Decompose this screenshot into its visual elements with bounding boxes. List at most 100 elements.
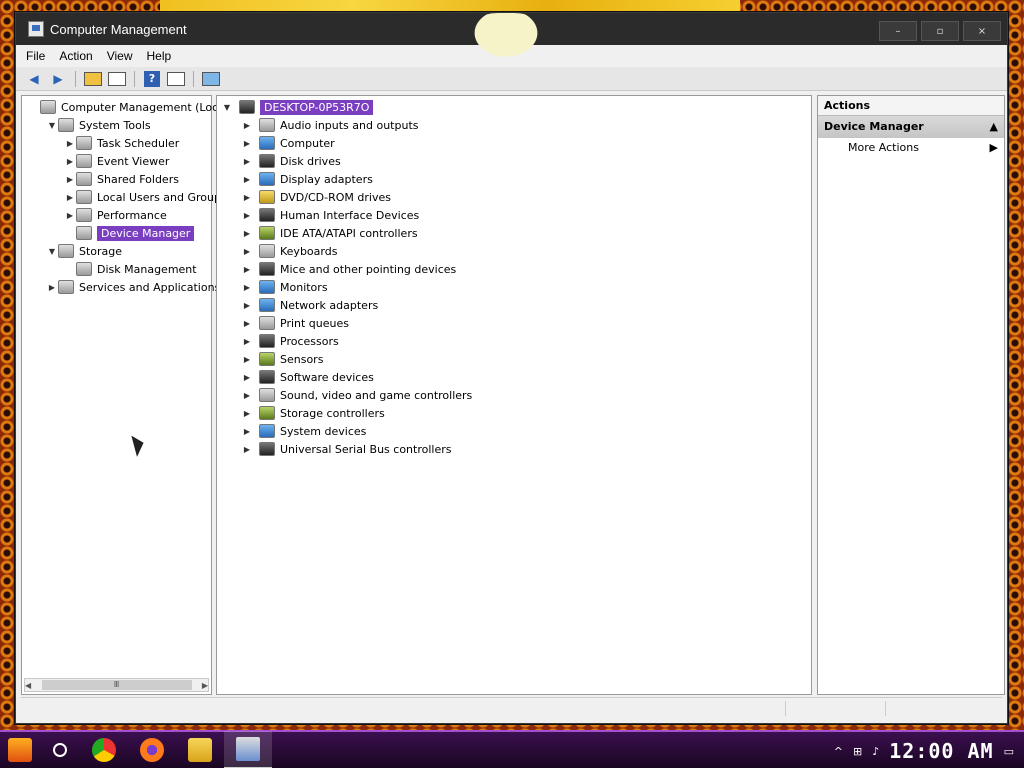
device-category-row[interactable]: ▶ IDE ATA/ATAPI controllers [241, 224, 418, 242]
expand-arrow-icon[interactable]: ▼ [46, 247, 58, 256]
tree-item[interactable]: ▶ Services and Applications [46, 278, 220, 296]
menu-file[interactable]: File [26, 49, 45, 63]
expand-arrow-icon[interactable]: ▶ [241, 139, 253, 148]
collapse-arrow-icon[interactable]: ▲ [990, 116, 998, 138]
device-category-label[interactable]: Network adapters [280, 299, 378, 312]
expand-arrow-icon[interactable]: ▶ [241, 193, 253, 202]
device-category-label[interactable]: Sensors [280, 353, 323, 366]
tree-item-label[interactable]: Computer Management (Local) [61, 101, 232, 114]
expand-arrow-icon[interactable]: ▼ [221, 103, 233, 112]
device-category-label[interactable]: Audio inputs and outputs [280, 119, 419, 132]
device-category-row[interactable]: ▶ Human Interface Devices [241, 206, 419, 224]
device-category-label[interactable]: Software devices [280, 371, 374, 384]
device-category-row[interactable]: ▶ Storage controllers [241, 404, 385, 422]
show-hide-tree-icon[interactable] [107, 70, 127, 88]
expand-arrow-icon[interactable]: ▶ [241, 265, 253, 274]
device-category-row[interactable]: ▶ Processors [241, 332, 339, 350]
clock[interactable]: 12:00 AM [889, 739, 993, 763]
more-actions-item[interactable]: More Actions ▶ [818, 138, 1004, 158]
expand-arrow-icon[interactable]: ▶ [64, 211, 76, 220]
tree-item-label[interactable]: Local Users and Groups [97, 191, 227, 204]
expand-arrow-icon[interactable]: ▶ [64, 157, 76, 166]
network-icon[interactable]: ⊞ [853, 745, 862, 758]
device-category-row[interactable]: ▶ Mice and other pointing devices [241, 260, 456, 278]
expand-arrow-icon[interactable]: ▶ [241, 445, 253, 454]
tree-item[interactable]: Disk Management [64, 260, 197, 278]
tree-item-label[interactable]: Event Viewer [97, 155, 169, 168]
expand-arrow-icon[interactable]: ▶ [46, 283, 58, 292]
device-category-label[interactable]: Computer [280, 137, 335, 150]
device-category-label[interactable]: DVD/CD-ROM drives [280, 191, 391, 204]
menu-view[interactable]: View [107, 49, 133, 63]
horizontal-scrollbar[interactable]: ◀ Ⅲ ▶ [24, 678, 209, 692]
up-folder-icon[interactable] [83, 70, 103, 88]
device-category-row[interactable]: ▶ System devices [241, 422, 366, 440]
expand-arrow-icon[interactable]: ▶ [241, 373, 253, 382]
device-category-label[interactable]: Print queues [280, 317, 349, 330]
actions-section-device-manager[interactable]: Device Manager ▲ [818, 116, 1004, 138]
device-category-label[interactable]: Human Interface Devices [280, 209, 419, 222]
menu-help[interactable]: Help [147, 49, 172, 63]
expand-arrow-icon[interactable]: ▶ [241, 355, 253, 364]
tree-item[interactable]: ▶ Shared Folders [64, 170, 179, 188]
tree-item[interactable]: ▶ Local Users and Groups [64, 188, 227, 206]
expand-arrow-icon[interactable]: ▶ [241, 229, 253, 238]
tree-item[interactable]: ▼ System Tools [46, 116, 151, 134]
device-category-label[interactable]: Storage controllers [280, 407, 385, 420]
tree-item-label[interactable]: Services and Applications [79, 281, 220, 294]
tree-item-label[interactable]: Task Scheduler [97, 137, 179, 150]
scroll-right-icon[interactable]: ▶ [202, 681, 208, 690]
device-category-row[interactable]: ▶ Software devices [241, 368, 374, 386]
computer-management-taskbar-button[interactable] [224, 731, 272, 768]
device-category-label[interactable]: IDE ATA/ATAPI controllers [280, 227, 418, 240]
device-category-row[interactable]: ▶ Universal Serial Bus controllers [241, 440, 451, 458]
tree-item[interactable]: ▶ Task Scheduler [64, 134, 179, 152]
notifications-icon[interactable]: ▭ [1004, 745, 1014, 758]
device-category-row[interactable]: ▶ Audio inputs and outputs [241, 116, 419, 134]
tree-item-label[interactable]: Disk Management [97, 263, 197, 276]
device-category-label[interactable]: Universal Serial Bus controllers [280, 443, 451, 456]
device-category-row[interactable]: ▶ Monitors [241, 278, 328, 296]
tree-item[interactable]: Computer Management (Local) [28, 98, 232, 116]
expand-arrow-icon[interactable]: ▶ [241, 301, 253, 310]
firefox-taskbar-button[interactable] [128, 731, 176, 768]
device-category-label[interactable]: Processors [280, 335, 339, 348]
device-category-row[interactable]: ▶ Computer [241, 134, 335, 152]
device-category-label[interactable]: Display adapters [280, 173, 373, 186]
tree-item[interactable]: Device Manager [64, 224, 195, 242]
device-category-label[interactable]: Monitors [280, 281, 328, 294]
back-arrow-icon[interactable]: ◀ [24, 70, 44, 88]
expand-arrow-icon[interactable]: ▶ [241, 121, 253, 130]
search-button[interactable] [40, 743, 80, 757]
forward-arrow-icon[interactable]: ▶ [48, 70, 68, 88]
expand-arrow-icon[interactable]: ▼ [46, 121, 58, 130]
tree-item-label[interactable]: Shared Folders [97, 173, 179, 186]
help-icon[interactable]: ? [142, 70, 162, 88]
device-category-row[interactable]: ▶ Disk drives [241, 152, 341, 170]
expand-arrow-icon[interactable]: ▶ [241, 211, 253, 220]
volume-icon[interactable]: ♪ [872, 745, 879, 758]
device-tree[interactable]: ▼ DESKTOP-0P53R7O ▶ Audio inputs and outp… [216, 95, 812, 695]
scroll-left-icon[interactable]: ◀ [25, 681, 31, 690]
expand-arrow-icon[interactable]: ▶ [241, 409, 253, 418]
expand-arrow-icon[interactable]: ▶ [64, 193, 76, 202]
tree-item-label[interactable]: Storage [79, 245, 122, 258]
device-root-row[interactable]: ▼ DESKTOP-0P53R7O [221, 98, 374, 116]
maximize-button[interactable]: ▫ [921, 21, 959, 41]
device-category-row[interactable]: ▶ Network adapters [241, 296, 378, 314]
device-category-row[interactable]: ▶ DVD/CD-ROM drives [241, 188, 391, 206]
device-category-row[interactable]: ▶ Print queues [241, 314, 349, 332]
properties-icon[interactable] [166, 70, 186, 88]
close-button[interactable]: × [963, 21, 1001, 41]
device-category-row[interactable]: ▶ Display adapters [241, 170, 373, 188]
scrollbar-thumb[interactable]: Ⅲ [41, 680, 192, 690]
device-category-label[interactable]: Sound, video and game controllers [280, 389, 472, 402]
device-root-label[interactable]: DESKTOP-0P53R7O [260, 99, 374, 115]
expand-arrow-icon[interactable]: ▶ [241, 337, 253, 346]
device-category-label[interactable]: Disk drives [280, 155, 341, 168]
tree-item[interactable]: ▶ Performance [64, 206, 167, 224]
device-category-label[interactable]: Keyboards [280, 245, 337, 258]
show-hidden-icons-icon[interactable]: ^ [834, 745, 843, 758]
start-button[interactable] [0, 731, 40, 768]
chrome-taskbar-button[interactable] [80, 731, 128, 768]
